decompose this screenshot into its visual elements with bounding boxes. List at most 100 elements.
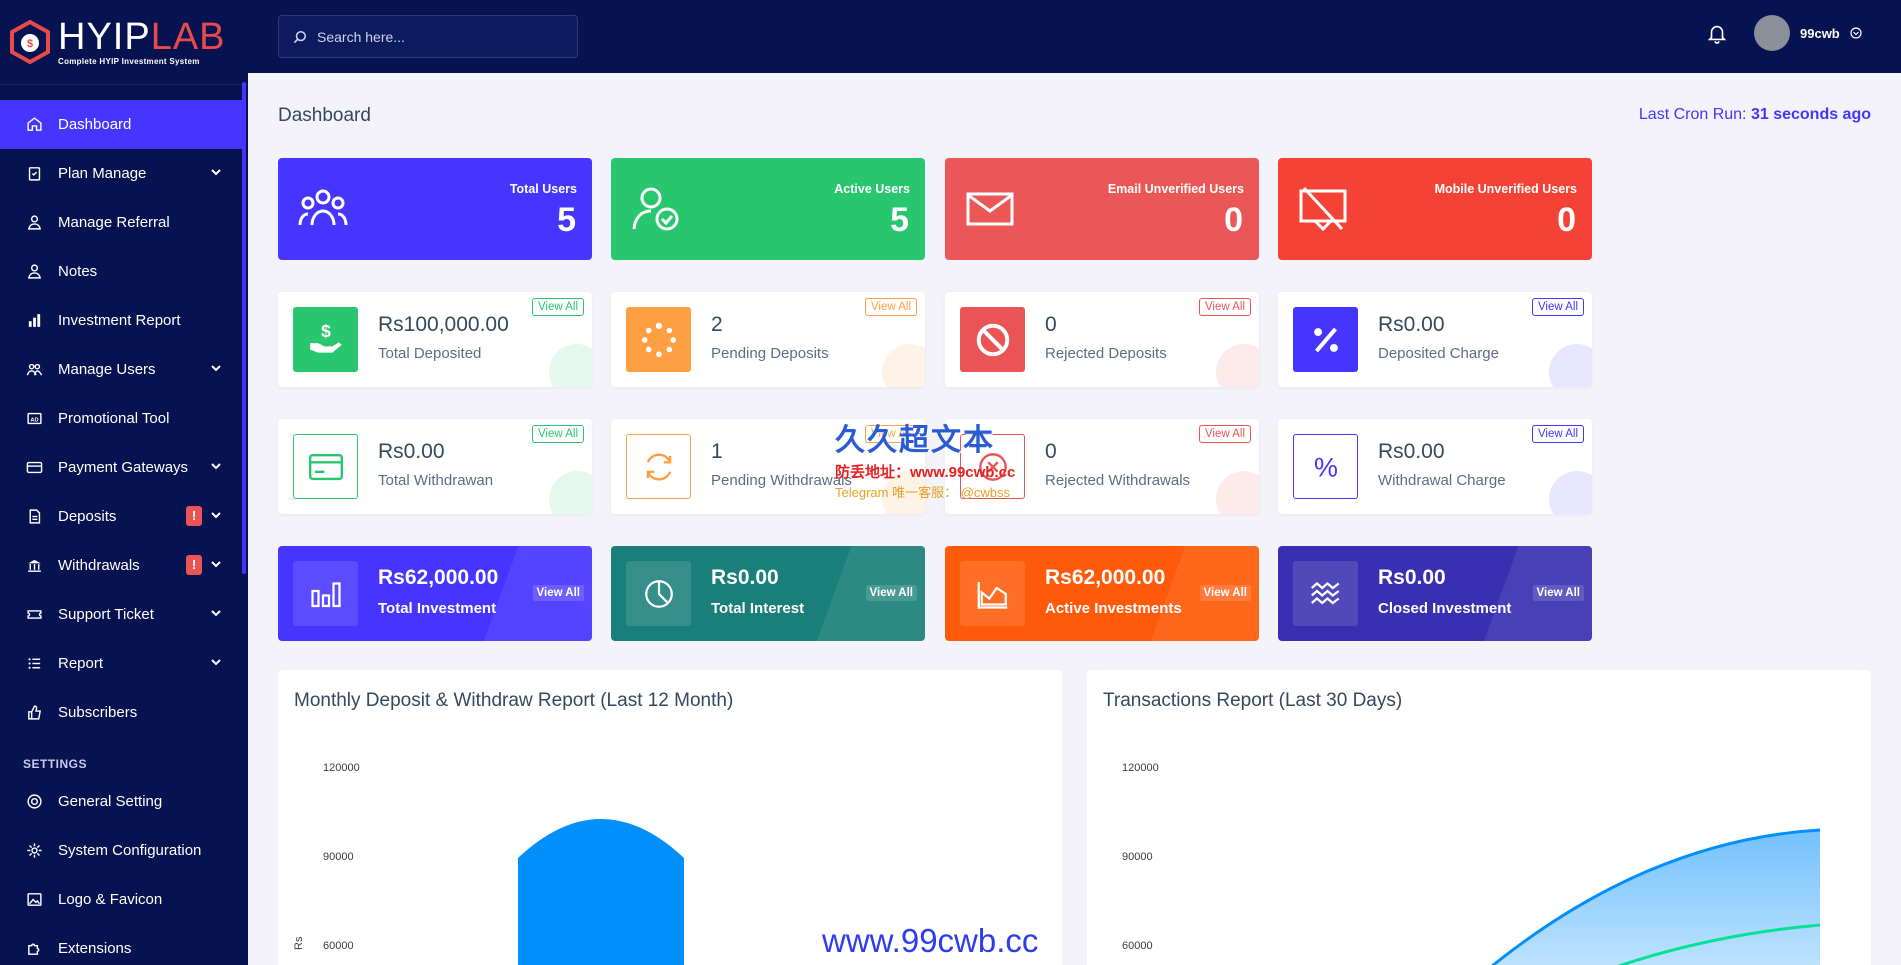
transactions-report-chart: 120000 90000 60000: [1122, 762, 1821, 965]
sidebar-scrollbar[interactable]: [242, 82, 246, 574]
view-all-button[interactable]: View All: [1532, 585, 1584, 601]
hand-dollar-icon: $: [309, 321, 342, 353]
sidebar-item-label: Payment Gateways: [58, 459, 189, 476]
widget-value: 5: [890, 201, 909, 239]
widget-amount: 0: [1045, 313, 1057, 336]
sidebar-item-label: Notes: [58, 263, 98, 280]
life-ring-icon: [24, 792, 44, 812]
sidebar-item-subscribers[interactable]: Subscribers: [0, 688, 242, 737]
sidebar-item-plan-manage[interactable]: Plan Manage: [0, 149, 242, 198]
bank-icon: [24, 556, 44, 576]
watermark-title: 久久超文本: [835, 424, 995, 457]
sidebar-item-manage-users[interactable]: Manage Users: [0, 345, 242, 394]
view-all-button[interactable]: View All: [1531, 298, 1584, 316]
widget-total-investment: Rs62,000.00 Total Investment View All: [278, 546, 592, 641]
view-all-button[interactable]: View All: [1531, 425, 1584, 443]
sidebar-item-notes[interactable]: Notes: [0, 247, 242, 296]
bell-icon[interactable]: [1706, 22, 1728, 44]
widget-amount: Rs0.00: [1378, 566, 1446, 589]
monthly-report-title: Monthly Deposit & Withdraw Report (Last …: [294, 690, 734, 711]
sidebar: $ HYIPLAB Complete HYIP Investment Syste…: [0, 0, 248, 965]
avatar[interactable]: [1754, 15, 1790, 51]
sidebar-item-label: Extensions: [58, 940, 132, 957]
view-all-button[interactable]: View All: [1198, 425, 1251, 443]
sidebar-item-withdrawals[interactable]: Withdrawals!: [0, 541, 242, 590]
percent-icon: %: [1314, 452, 1338, 482]
widget-amount: Rs0.00: [378, 440, 445, 463]
widget-total-interest: Rs0.00 Total Interest View All: [611, 546, 925, 641]
widget-total-withdrawan: Rs0.00 Total Withdrawan View All: [278, 419, 592, 514]
widget-label: Pending Withdrawals: [711, 472, 852, 489]
sidebar-item-manage-referral[interactable]: Manage Referral: [0, 198, 242, 247]
y-tick-90000: 90000: [323, 851, 354, 863]
sidebar-item-deposits[interactable]: Deposits!: [0, 492, 242, 541]
widget-pending-deposits: 2 Pending Deposits View All: [611, 292, 925, 387]
bar-chart-icon: [24, 311, 44, 331]
widget-label: Total Investment: [378, 600, 497, 617]
widget-icon-box: [626, 307, 691, 372]
sidebar-item-extensions[interactable]: Extensions: [0, 924, 242, 965]
sidebar-item-logo-favicon[interactable]: Logo & Favicon: [0, 875, 242, 924]
widget-label: Email Unverified Users: [1107, 182, 1244, 196]
settings-heading: SETTINGS: [23, 757, 88, 771]
thumbs-up-icon: [24, 703, 44, 723]
widget-icon-box: [293, 561, 358, 626]
logo-hexagon-icon: $: [8, 19, 52, 65]
users-group-icon: [298, 189, 348, 226]
sidebar-item-label: Report: [58, 655, 104, 672]
sidebar-item-label: Promotional Tool: [58, 410, 170, 427]
y-tick-120000: 120000: [323, 762, 360, 774]
widget-amount: 2: [711, 313, 723, 336]
widget-icon-box: [626, 434, 691, 499]
widget-amount: 1: [711, 440, 723, 463]
sidebar-item-dashboard[interactable]: Dashboard: [0, 100, 242, 149]
alert-badge: !: [186, 555, 202, 575]
ticket-icon: [24, 605, 44, 625]
widget-label: Total Interest: [711, 600, 805, 617]
view-all-button[interactable]: View All: [531, 425, 584, 443]
credit-card-icon: [24, 458, 44, 478]
widget-email-unverified-users[interactable]: Email Unverified Users 0: [945, 158, 1259, 260]
sidebar-item-promotional-tool[interactable]: AD Promotional Tool: [0, 394, 242, 443]
gear-icon: [24, 841, 44, 861]
sidebar-item-general-setting[interactable]: General Setting: [0, 777, 242, 826]
decorative-icon: [1216, 344, 1259, 387]
widget-label: Pending Deposits: [711, 345, 829, 362]
widget-total-users[interactable]: Total Users 5: [278, 158, 592, 260]
chevron-down-icon[interactable]: [1850, 27, 1862, 39]
chevron-down-icon: [211, 561, 221, 568]
widget-label: Deposited Charge: [1378, 345, 1499, 362]
search-input[interactable]: Search here...: [278, 15, 578, 58]
alert-badge: !: [186, 506, 202, 526]
view-all-button[interactable]: View All: [864, 298, 917, 316]
widget-active-users[interactable]: Active Users 5: [611, 158, 925, 260]
view-all-button[interactable]: View All: [532, 585, 584, 601]
widget-amount: Rs62,000.00: [378, 566, 499, 589]
view-all-button[interactable]: View All: [531, 298, 584, 316]
sidebar-item-label: Support Ticket: [58, 606, 154, 623]
decorative-icon: [1549, 344, 1592, 387]
view-all-button[interactable]: View All: [865, 585, 917, 601]
widget-label: Total Withdrawan: [378, 472, 494, 489]
y-axis-label: Rs: [293, 936, 305, 950]
widget-mobile-unverified-users[interactable]: Mobile Unverified Users 0: [1278, 158, 1592, 260]
sidebar-item-label: Investment Report: [58, 312, 181, 329]
widget-amount: Rs0.00: [711, 566, 779, 589]
widget-amount: Rs0.00: [1378, 440, 1445, 463]
sidebar-item-system-configuration[interactable]: System Configuration: [0, 826, 242, 875]
chevron-down-icon: [211, 169, 221, 176]
sidebar-item-payment-gateways[interactable]: Payment Gateways: [0, 443, 242, 492]
sidebar-item-support-ticket[interactable]: Support Ticket: [0, 590, 242, 639]
user-name[interactable]: 99cwb: [1800, 26, 1840, 41]
sidebar-item-label: Subscribers: [58, 704, 138, 721]
sidebar-item-investment-report[interactable]: Investment Report: [0, 296, 242, 345]
widget-value: 5: [557, 201, 576, 239]
sidebar-item-report[interactable]: Report: [0, 639, 242, 688]
widget-amount: Rs62,000.00: [1045, 566, 1166, 589]
sidebar-item-label: Manage Referral: [58, 214, 170, 231]
brand-logo[interactable]: $ HYIPLAB Complete HYIP Investment Syste…: [0, 0, 248, 85]
view-all-button[interactable]: View All: [1198, 298, 1251, 316]
main-content: Dashboard Last Cron Run: 31 seconds ago …: [248, 73, 1901, 965]
y-tick-120000: 120000: [1122, 762, 1159, 774]
view-all-button[interactable]: View All: [1199, 585, 1251, 601]
